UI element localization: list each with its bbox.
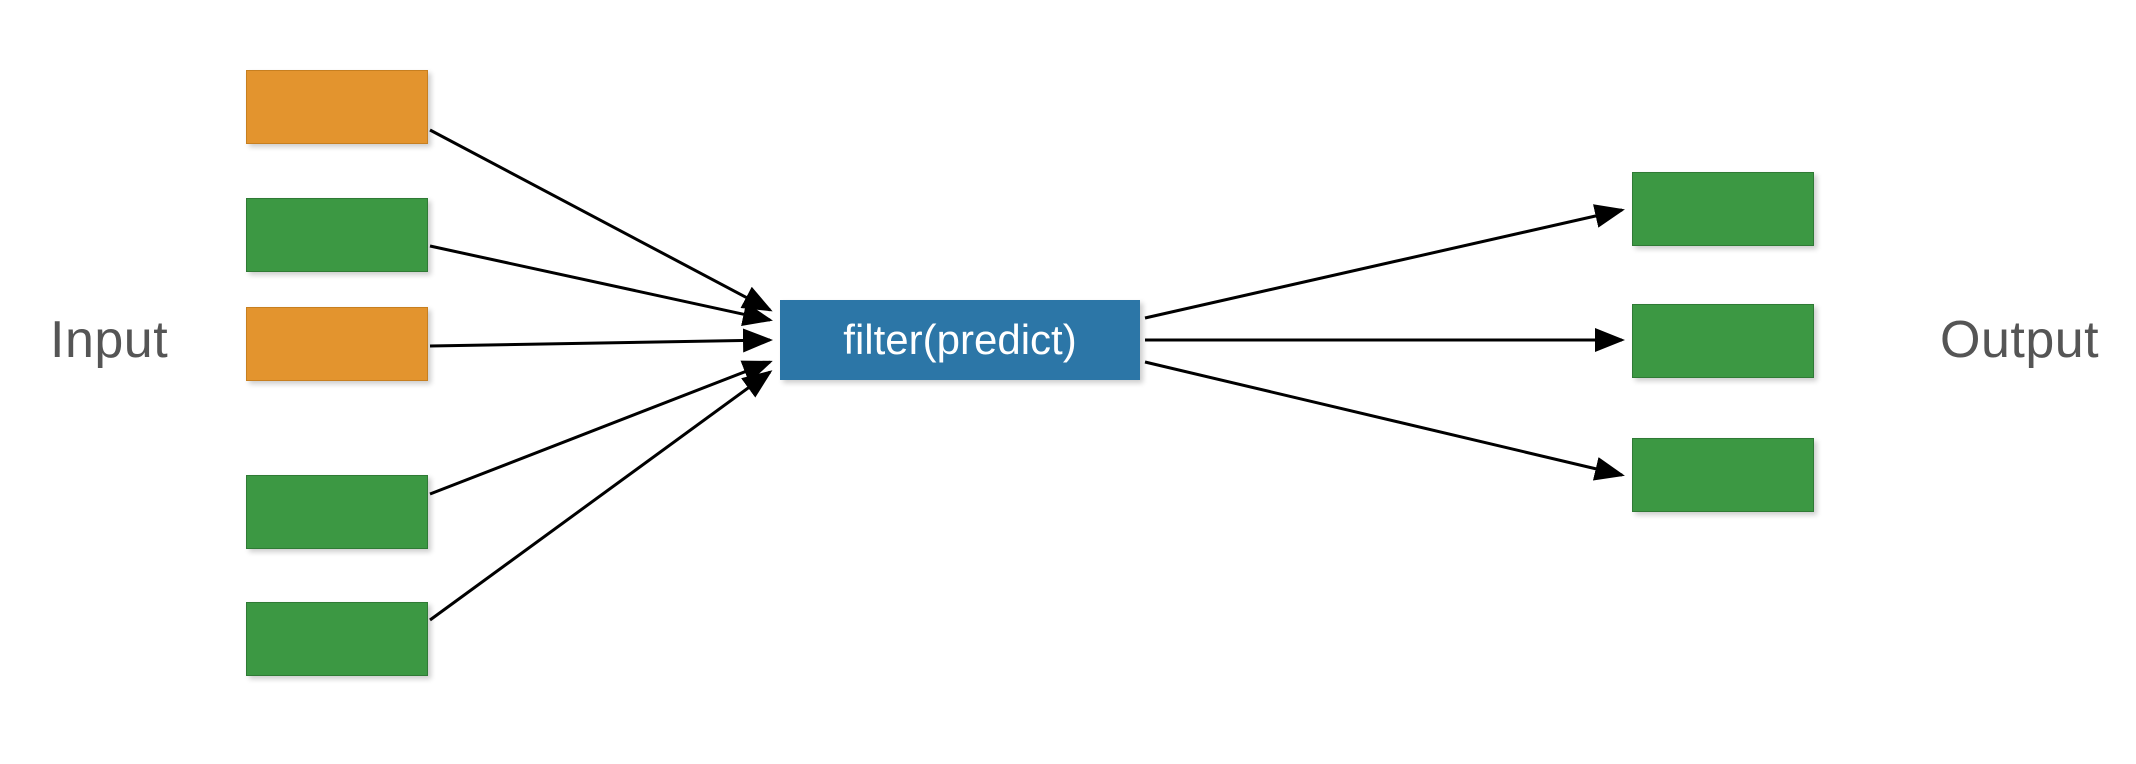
output-box-2 [1632, 304, 1814, 378]
arrow-input-4 [430, 362, 770, 494]
arrow-output-3 [1145, 362, 1622, 475]
arrow-input-2 [430, 246, 770, 320]
input-label: Input [50, 310, 168, 370]
output-box-1 [1632, 172, 1814, 246]
arrow-output-1 [1145, 210, 1622, 318]
filter-text: filter(predict) [843, 316, 1076, 364]
input-box-1 [246, 70, 428, 144]
arrow-input-5 [430, 372, 770, 620]
arrow-input-3 [430, 340, 770, 346]
input-box-4 [246, 475, 428, 549]
filter-box: filter(predict) [780, 300, 1140, 380]
input-box-2 [246, 198, 428, 272]
output-box-3 [1632, 438, 1814, 512]
arrow-input-1 [430, 130, 770, 310]
input-box-3 [246, 307, 428, 381]
output-label: Output [1940, 310, 2099, 370]
input-box-5 [246, 602, 428, 676]
